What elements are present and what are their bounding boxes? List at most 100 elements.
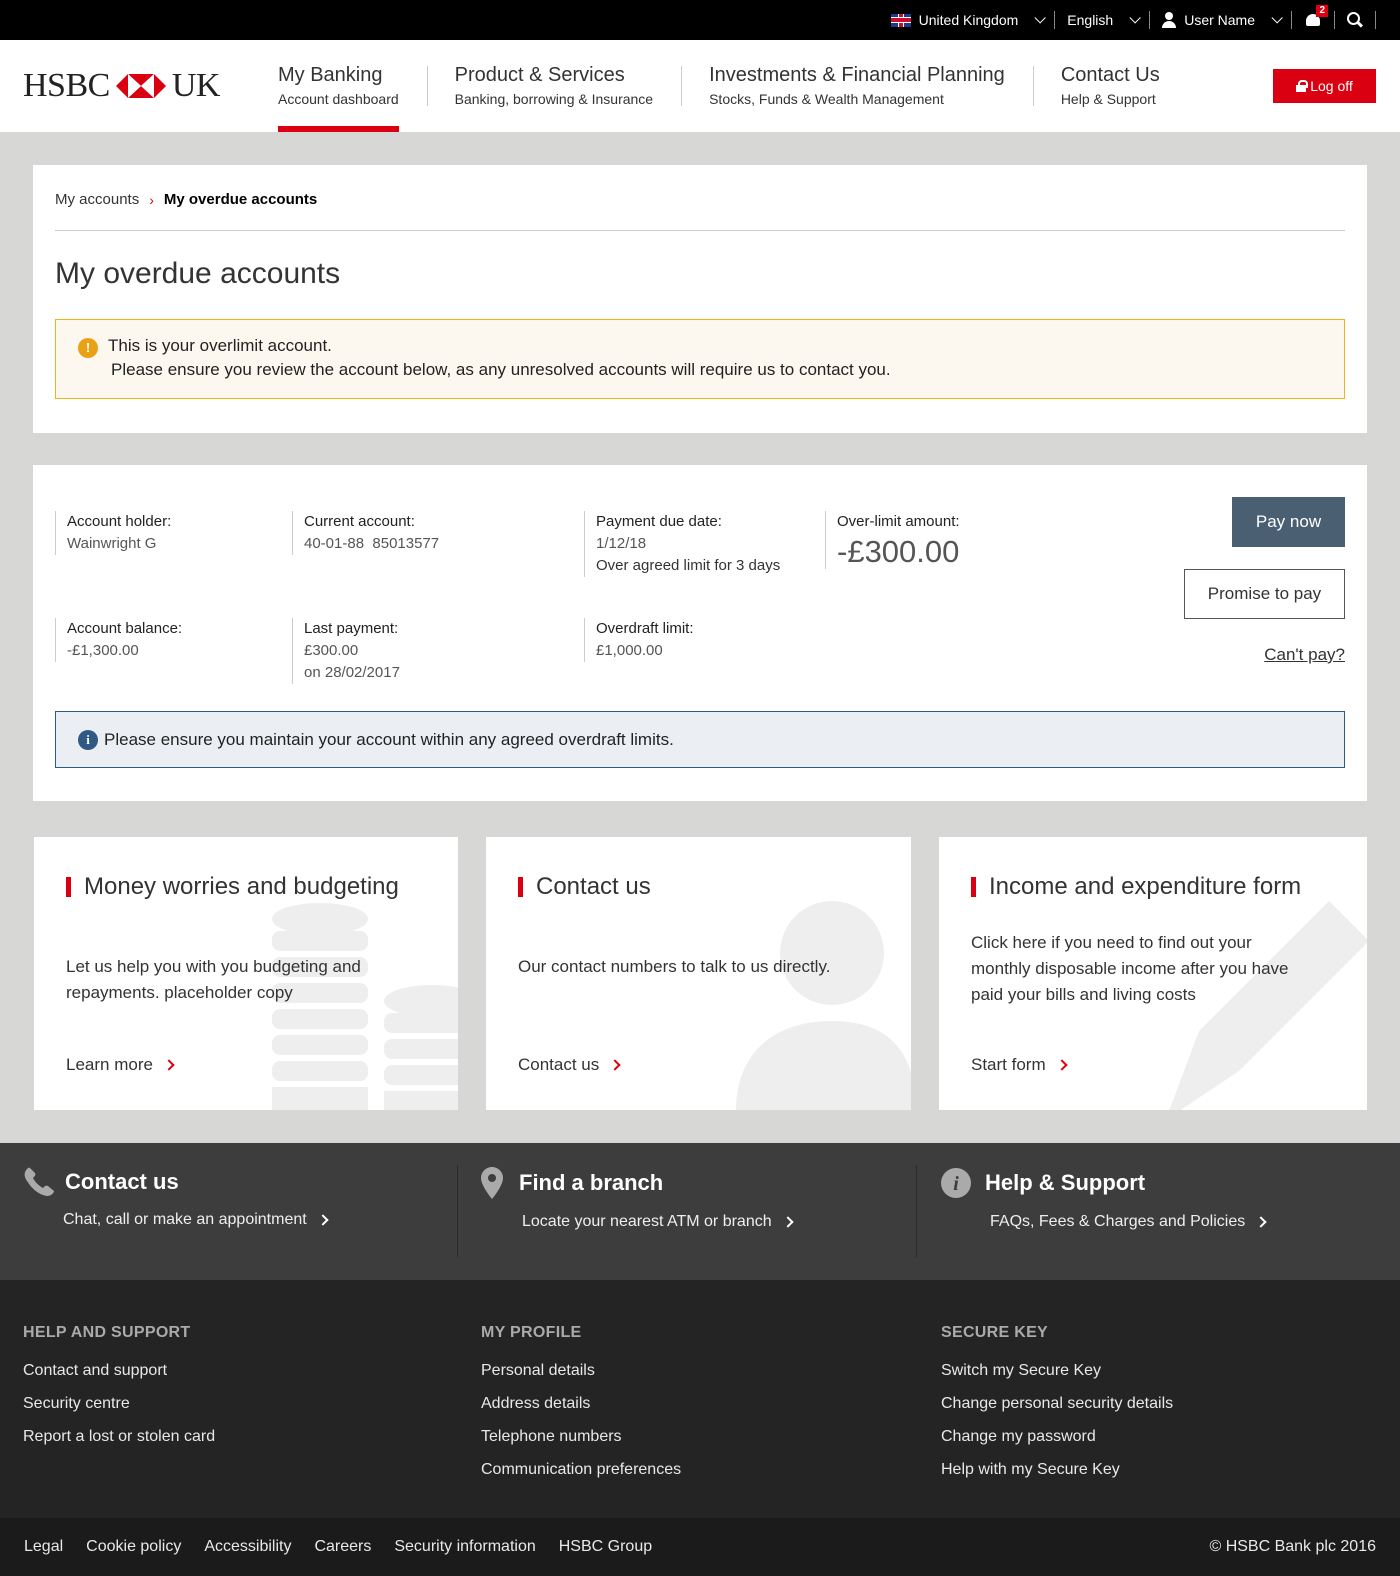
breadcrumb-current: My overdue accounts	[163, 191, 318, 208]
page-title: My overdue accounts	[55, 257, 341, 290]
field-note: Over agreed limit for 3 days	[596, 557, 781, 574]
footer-link[interactable]: Communication preferences	[481, 1453, 681, 1486]
footer-find-branch[interactable]: Find a branch Locate your nearest ATM or…	[481, 1167, 794, 1259]
pay-now-button[interactable]: Pay now	[1232, 497, 1345, 547]
card-contact-us: Contact us Our contact numbers to talk t…	[486, 837, 911, 1110]
footer-link[interactable]: Help with my Secure Key	[941, 1453, 1173, 1486]
card-body-line: monthly disposable income after you have	[971, 959, 1289, 978]
svg-text:i: i	[953, 1173, 959, 1195]
card-body: Let us help you with you budgeting and r…	[66, 954, 361, 1006]
log-off-label: Log off	[1310, 78, 1353, 94]
footer-col-sub: Chat, call or make an appointment	[63, 1211, 307, 1228]
careers-link[interactable]: Careers	[314, 1538, 371, 1556]
field-label: Account holder:	[67, 513, 172, 530]
current-account-field: Current account: 40-01-88 85013577	[292, 511, 439, 555]
chevron-right-icon	[781, 1216, 794, 1228]
footer-link[interactable]: Change personal security details	[941, 1387, 1173, 1420]
field-label: Overdraft limit:	[596, 620, 694, 637]
footer-col-title: Find a branch	[519, 1170, 664, 1195]
account-details-panel: Account holder: Wainwright G Current acc…	[33, 465, 1367, 801]
overlimit-amount: -£300.00	[837, 534, 960, 569]
hsbc-group-link[interactable]: HSBC Group	[559, 1538, 652, 1556]
nav-title: Investments & Financial Planning	[709, 64, 1005, 86]
footer-link[interactable]: Switch my Secure Key	[941, 1354, 1173, 1387]
footer-link[interactable]: Contact and support	[23, 1354, 215, 1387]
search-icon	[1347, 12, 1363, 28]
bell-icon: 2	[1304, 5, 1328, 29]
utility-bar: United Kingdom English User Name 2	[0, 0, 1400, 40]
contact-us-link[interactable]: Contact us	[518, 1055, 621, 1075]
hsbc-hexagon-icon	[115, 74, 166, 98]
nav-subtitle: Banking, borrowing & Insurance	[454, 91, 654, 107]
map-pin-icon	[481, 1167, 503, 1199]
nav-products-services[interactable]: Product & Services Banking, borrowing & …	[426, 40, 681, 132]
security-information-link[interactable]: Security information	[394, 1538, 535, 1556]
learn-more-link[interactable]: Learn more	[66, 1055, 175, 1075]
footer-col-sub: FAQs, Fees & Charges and Policies	[990, 1213, 1246, 1230]
overdraft-limit-field: Overdraft limit: £1,000.00	[584, 618, 694, 662]
footer-help-support[interactable]: i Help & Support FAQs, Fees & Charges an…	[941, 1167, 1267, 1259]
nav-subtitle: Help & Support	[1060, 91, 1156, 107]
copyright: © HSBC Bank plc 2016	[1209, 1538, 1376, 1555]
nav-investments[interactable]: Investments & Financial Planning Stocks,…	[681, 40, 1033, 132]
chevron-right-icon	[609, 1059, 621, 1071]
search-button[interactable]	[1334, 11, 1375, 29]
topbar-divider	[1375, 11, 1376, 29]
footer-heading: MY PROFILE	[481, 1324, 582, 1341]
footer-link[interactable]: Telephone numbers	[481, 1420, 681, 1453]
notifications-button[interactable]: 2	[1291, 5, 1334, 29]
footer-heading: SECURE KEY	[941, 1324, 1049, 1341]
field-label: Payment due date:	[596, 513, 722, 530]
footer-col-title: Contact us	[65, 1169, 179, 1194]
footer-link[interactable]: Report a lost or stolen card	[23, 1420, 215, 1453]
footer-link[interactable]: Change my password	[941, 1420, 1173, 1453]
language-selector[interactable]: English	[1054, 11, 1149, 29]
footer-link[interactable]: Personal details	[481, 1354, 681, 1387]
link-label: Learn more	[66, 1055, 153, 1074]
lock-icon	[1296, 80, 1309, 92]
divider	[916, 1165, 917, 1257]
payment-due-field: Payment due date: 1/12/18 Over agreed li…	[584, 511, 780, 577]
footer-contact-us[interactable]: Contact us Chat, call or make an appoint…	[23, 1167, 329, 1259]
footer-help-column: HELP AND SUPPORT Contact and support Sec…	[23, 1324, 215, 1453]
user-menu[interactable]: User Name	[1149, 11, 1291, 29]
chevron-down-icon	[1271, 12, 1283, 24]
overlimit-amount-field: Over-limit amount: -£300.00	[825, 511, 960, 569]
user-name: User Name	[1184, 12, 1255, 28]
footer-quick-links: Contact us Chat, call or make an appoint…	[0, 1143, 1400, 1280]
field-label: Over-limit amount:	[837, 513, 960, 530]
person-icon	[736, 901, 911, 1110]
card-body: Our contact numbers to talk to us direct…	[518, 954, 830, 980]
warning-title: This is your overlimit account.	[108, 336, 332, 355]
hsbc-logo[interactable]: HSBC UK	[0, 40, 250, 132]
divider	[457, 1165, 458, 1257]
warning-text: Please ensure you review the account bel…	[111, 360, 891, 379]
chevron-right-icon	[1055, 1059, 1068, 1071]
accessibility-link[interactable]: Accessibility	[204, 1538, 291, 1556]
country-selector[interactable]: United Kingdom	[879, 11, 1055, 29]
footer-link[interactable]: Address details	[481, 1387, 681, 1420]
main-nav: My Banking Account dashboard Product & S…	[250, 40, 1188, 132]
account-balance-field: Account balance: -£1,300.00	[55, 618, 182, 662]
field-value: Wainwright G	[67, 535, 157, 552]
last-payment-field: Last payment: £300.00 on 28/02/2017	[292, 618, 400, 684]
notification-count: 2	[1316, 5, 1328, 17]
cant-pay-link[interactable]: Can't pay?	[1264, 645, 1345, 665]
overdraft-info-notice: i Please ensure you maintain your accoun…	[55, 711, 1345, 768]
promise-to-pay-button[interactable]: Promise to pay	[1184, 569, 1345, 619]
main-header: HSBC UK My Banking Account dashboard Pro…	[0, 40, 1400, 132]
field-label: Account balance:	[67, 620, 183, 637]
start-form-link[interactable]: Start form	[971, 1055, 1068, 1075]
footer-link[interactable]: Security centre	[23, 1387, 215, 1420]
nav-my-banking[interactable]: My Banking Account dashboard	[250, 40, 427, 132]
language-label: English	[1067, 12, 1114, 28]
breadcrumb-my-accounts[interactable]: My accounts	[55, 191, 139, 208]
field-value: £300.00	[304, 642, 359, 659]
card-body-line: Our contact numbers to talk to us direct…	[518, 957, 831, 976]
legal-link[interactable]: Legal	[24, 1538, 63, 1556]
cookie-policy-link[interactable]: Cookie policy	[86, 1538, 181, 1556]
nav-contact-us[interactable]: Contact Us Help & Support	[1032, 40, 1188, 132]
log-off-button[interactable]: Log off	[1273, 69, 1376, 103]
info-circle-icon: i	[941, 1168, 971, 1198]
card-title: Contact us	[518, 873, 651, 901]
